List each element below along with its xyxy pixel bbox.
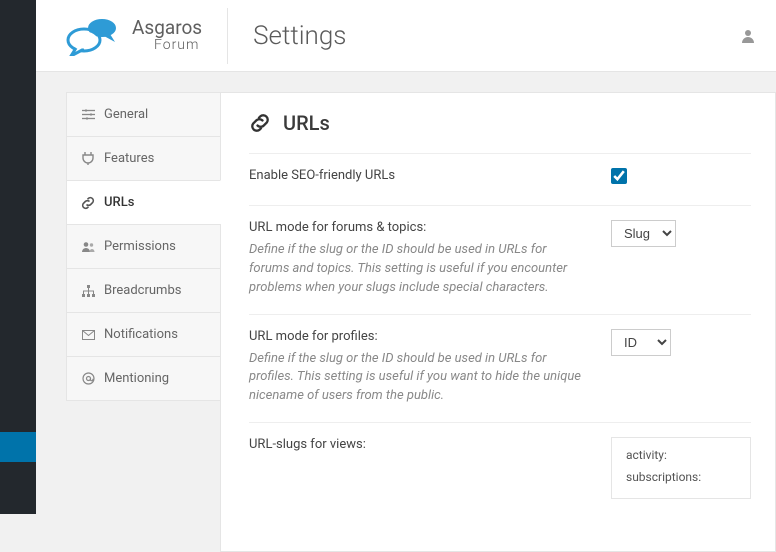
app-name: Asgaros Forum — [132, 18, 202, 53]
at-icon — [81, 372, 95, 385]
tab-label: URLs — [104, 195, 134, 210]
plug-icon — [81, 152, 95, 165]
wp-admin-active-pointer — [36, 440, 43, 454]
tab-label: Mentioning — [104, 371, 169, 386]
tab-permissions[interactable]: Permissions — [66, 224, 221, 268]
header: Asgaros Forum Settings — [36, 0, 776, 72]
tab-general[interactable]: General — [66, 92, 221, 136]
setting-label: URL mode for profiles: — [249, 329, 581, 344]
section-title-text: URLs — [283, 111, 330, 135]
setting-seo-urls: Enable SEO-friendly URLs — [249, 153, 751, 205]
link-icon — [249, 112, 271, 134]
settings-panel: URLs Enable SEO-friendly URLs URL mode f… — [220, 92, 776, 552]
user-icon — [740, 28, 756, 44]
sitemap-icon — [81, 285, 95, 297]
setting-label: Enable SEO-friendly URLs — [249, 168, 581, 183]
link-icon — [81, 196, 95, 210]
url-mode-forums-select[interactable]: Slug — [611, 220, 676, 247]
header-right — [740, 28, 756, 44]
tab-notifications[interactable]: Notifications — [66, 312, 221, 356]
settings-tabs: General Features URLs Permissions — [66, 92, 221, 552]
tab-label: Notifications — [104, 327, 178, 342]
section-title: URLs — [249, 111, 751, 153]
tab-breadcrumbs[interactable]: Breadcrumbs — [66, 268, 221, 312]
slug-item: activity: — [626, 448, 736, 462]
page-title: Settings — [228, 21, 346, 51]
setting-label: URL mode for forums & topics: — [249, 220, 581, 235]
tab-label: Breadcrumbs — [104, 283, 181, 298]
app-name-line1: Asgaros — [132, 18, 202, 38]
url-mode-profiles-select[interactable]: ID — [611, 329, 671, 356]
seo-urls-checkbox[interactable] — [611, 168, 627, 184]
tab-mentioning[interactable]: Mentioning — [66, 356, 221, 401]
tab-urls[interactable]: URLs — [66, 180, 221, 224]
tab-label: General — [104, 107, 148, 122]
app-name-line2: Forum — [154, 38, 202, 53]
tab-features[interactable]: Features — [66, 136, 221, 180]
setting-label: URL-slugs for views: — [249, 437, 581, 452]
setting-url-mode-profiles: URL mode for profiles: Define if the slu… — [249, 314, 751, 423]
setting-url-mode-forums: URL mode for forums & topics: Define if … — [249, 205, 751, 314]
users-icon — [81, 241, 95, 253]
wp-admin-sidebar — [0, 0, 36, 514]
chat-bubbles-icon — [66, 16, 122, 56]
slugs-panel: activity: subscriptions: — [611, 437, 751, 499]
envelope-icon — [81, 330, 95, 340]
setting-description: Define if the slug or the ID should be u… — [249, 241, 581, 298]
tab-label: Features — [104, 151, 154, 166]
app-logo: Asgaros Forum — [66, 8, 228, 64]
tab-label: Permissions — [104, 239, 176, 254]
slug-item: subscriptions: — [626, 470, 736, 484]
setting-url-slugs: URL-slugs for views: activity: subscript… — [249, 422, 751, 515]
sliders-icon — [81, 108, 95, 121]
setting-description: Define if the slug or the ID should be u… — [249, 350, 581, 407]
wp-admin-active-item[interactable] — [0, 432, 36, 462]
